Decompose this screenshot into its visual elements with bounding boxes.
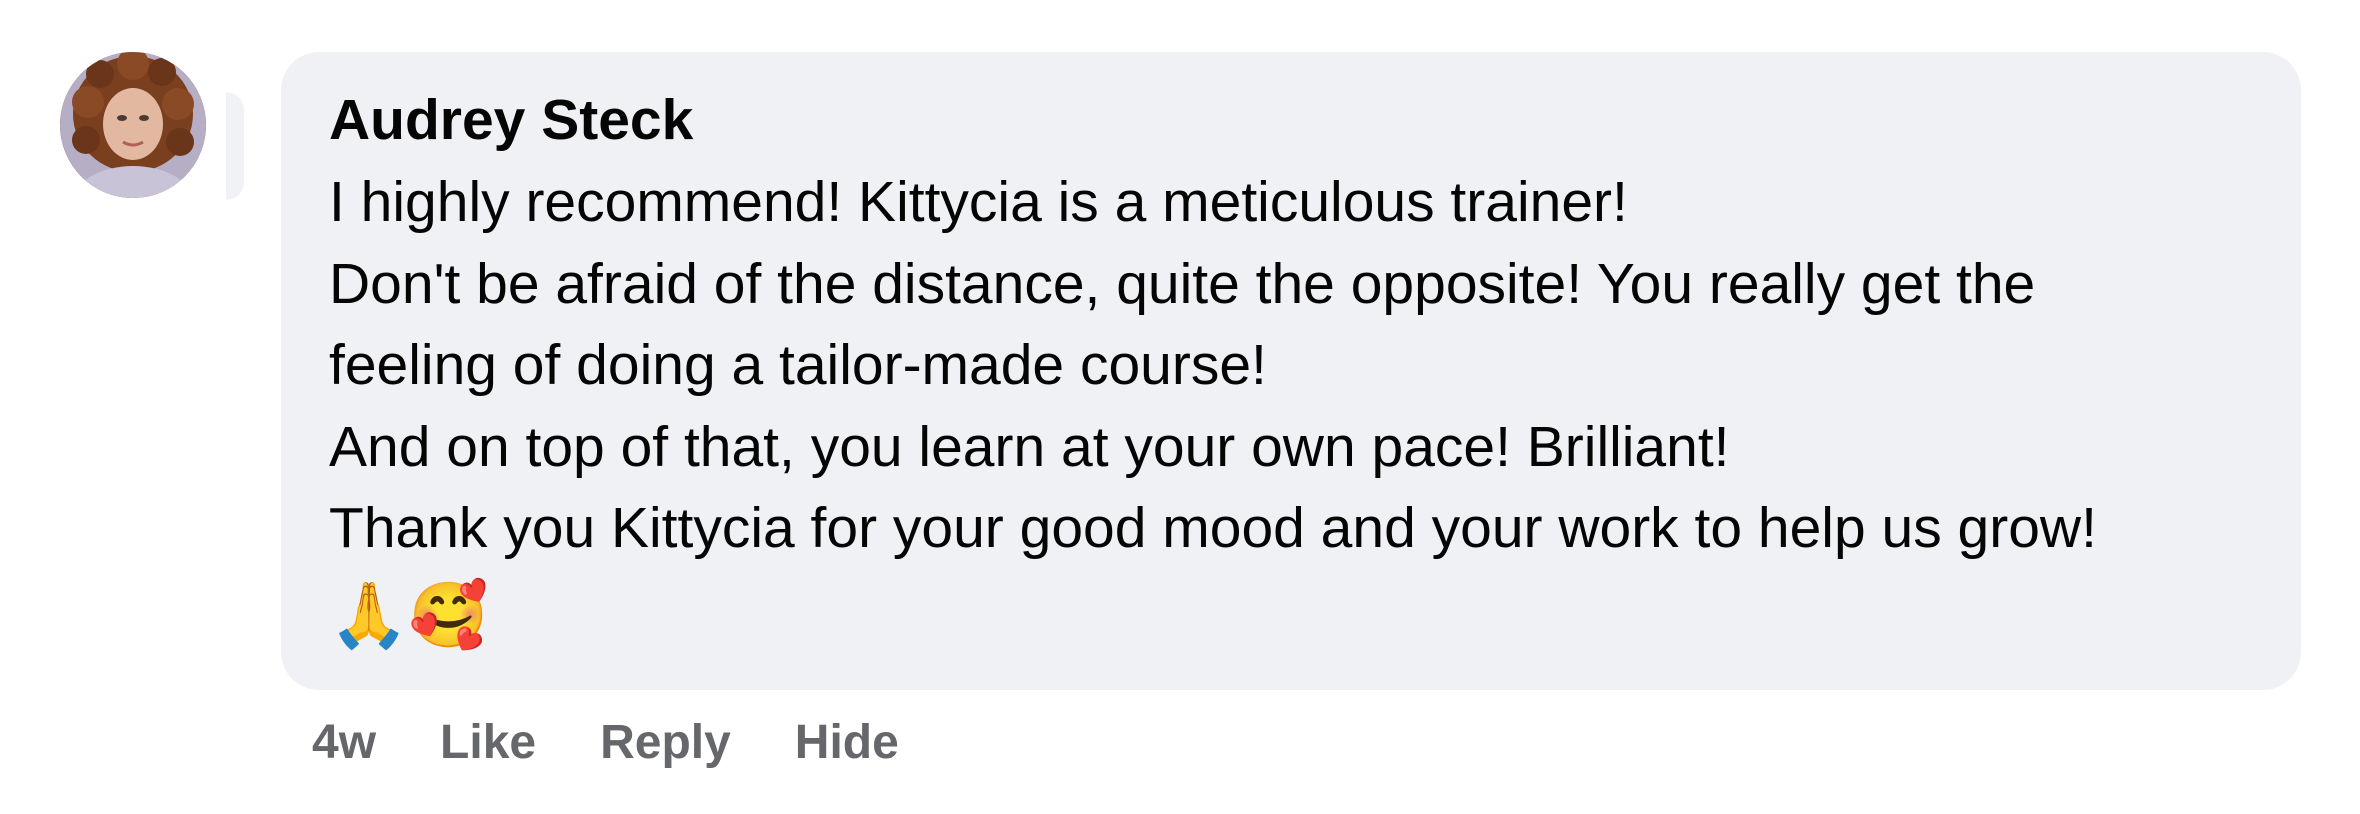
reply-thread-indicator	[226, 92, 244, 200]
comment-line: And on top of that, you learn at your ow…	[329, 414, 1730, 479]
comment-emojis: 🙏🥰	[329, 578, 489, 651]
comment-bubble: Audrey Steck I highly recommend! Kittyci…	[281, 52, 2301, 690]
comment-line: Thank you Kittycia for your good mood an…	[329, 496, 2097, 560]
comment-line: I highly recommend! Kittycia is a meticu…	[329, 170, 1628, 234]
reply-button[interactable]: Reply	[600, 715, 731, 770]
comment-line: Don't be afraid of the distance, quite t…	[329, 251, 2036, 316]
comment-actions: 4w Like Reply Hide	[312, 712, 963, 772]
comment-timestamp[interactable]: 4w	[312, 715, 376, 770]
like-button[interactable]: Like	[440, 715, 536, 770]
avatar-container[interactable]	[60, 52, 206, 198]
avatar[interactable]	[60, 52, 206, 198]
hide-button[interactable]: Hide	[795, 715, 899, 770]
profile-photo-icon	[60, 52, 206, 198]
comment-author[interactable]: Audrey Steck	[329, 86, 2253, 154]
comment-line: feeling of doing a tailor-made course!	[329, 333, 1267, 397]
